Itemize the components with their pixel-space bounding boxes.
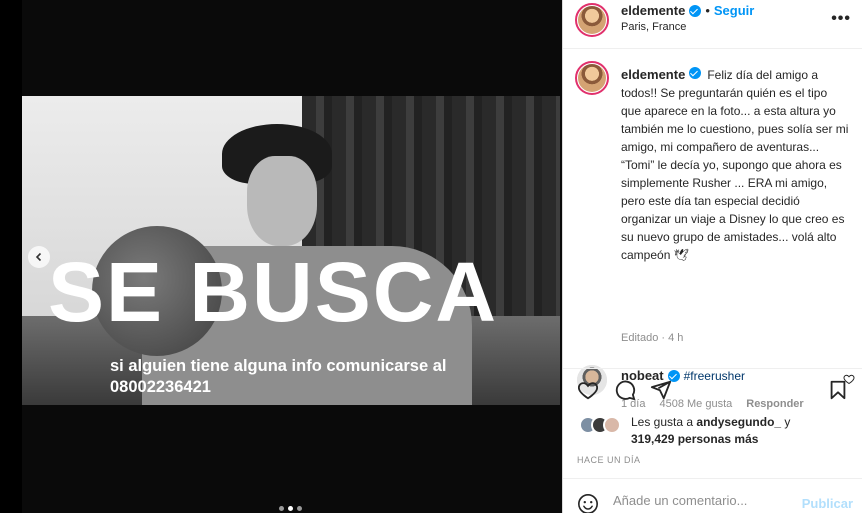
post-header: eldemente • Seguir Paris, France ••• [563, 0, 862, 49]
post-sidebar: eldemente • Seguir Paris, France ••• eld… [562, 0, 862, 513]
likes-count[interactable]: 319,429 personas más [631, 432, 758, 446]
chevron-left-icon [35, 252, 42, 262]
bookmark-icon[interactable] [827, 379, 849, 401]
liker-avatars [579, 416, 621, 434]
liker-username[interactable]: andysegundo_ [696, 415, 781, 429]
heart-icon[interactable] [577, 379, 599, 401]
comment-input[interactable] [613, 493, 793, 508]
share-icon[interactable] [650, 379, 672, 401]
post-media: SE BUSCA si alguien tiene alguna info co… [0, 0, 562, 513]
caption-text: Feliz día del amigo a todos!! Se pregunt… [621, 68, 849, 262]
carousel-dot [279, 506, 284, 511]
comment-icon[interactable] [614, 379, 636, 401]
verified-badge-icon [689, 4, 702, 17]
post-actions [563, 368, 862, 410]
avatar-image [578, 6, 606, 34]
post-location[interactable]: Paris, France [621, 21, 686, 33]
carousel-dot [297, 506, 302, 511]
caption-edited-time: Editado · 4 h [621, 332, 684, 344]
previous-slide-button[interactable] [28, 246, 50, 268]
emoji-icon[interactable] [577, 493, 599, 513]
overlay-title: SE BUSCA [48, 245, 499, 339]
caption-text-block: eldemente Feliz día del amigo a todos!! S… [621, 66, 849, 264]
carousel-dots [279, 506, 302, 511]
photo-person-face [247, 156, 317, 246]
add-comment-bar: Publicar [563, 478, 862, 513]
more-options-icon[interactable]: ••• [831, 10, 851, 28]
likes-prefix: Les gusta a [631, 415, 697, 429]
header-user-row: eldemente • Seguir [621, 3, 754, 18]
liker-avatar [603, 416, 621, 434]
author-avatar[interactable] [575, 3, 609, 37]
overlay-subtitle: si alguien tiene alguna info comunicarse… [110, 357, 447, 375]
overlay-phone: 08002236421 [110, 378, 211, 396]
likes-text: Les gusta a andysegundo_ y 319,429 perso… [631, 414, 861, 448]
likes-suffix: y [781, 415, 791, 429]
publish-button[interactable]: Publicar [802, 496, 853, 511]
caption-username[interactable]: eldemente [621, 67, 685, 82]
author-username[interactable]: eldemente [621, 3, 685, 18]
carousel-dot-active [288, 506, 293, 511]
caption-author-avatar[interactable] [575, 61, 609, 95]
separator-dot: • [705, 3, 710, 18]
media-left-margin [0, 0, 22, 513]
verified-badge-icon [689, 67, 702, 79]
avatar-image [578, 64, 606, 92]
follow-button[interactable]: Seguir [714, 3, 754, 18]
post-timestamp[interactable]: HACE UN DÍA [577, 455, 641, 465]
